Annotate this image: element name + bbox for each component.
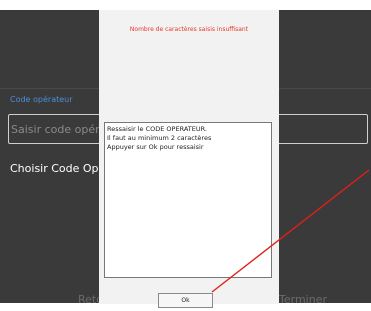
top-margin [0,0,371,10]
ok-button[interactable]: Ok [158,293,213,308]
dialog-message-line: Appuyer sur Ok pour ressaisir [107,142,204,151]
operator-code-label: Code opérateur [10,95,73,104]
finish-button[interactable]: Terminer [279,293,327,306]
dialog-title: Nombre de caractères saisis insuffisant [129,26,249,33]
dialog-message-line: Il faut au minimum 2 caractères [107,133,212,142]
dialog-message-box: Ressaisir le CODE OPERATEUR. Il faut au … [104,122,272,278]
error-dialog: Nombre de caractères saisis insuffisant … [99,10,279,308]
dialog-message-line: Ressaisir le CODE OPERATEUR. [107,125,207,133]
